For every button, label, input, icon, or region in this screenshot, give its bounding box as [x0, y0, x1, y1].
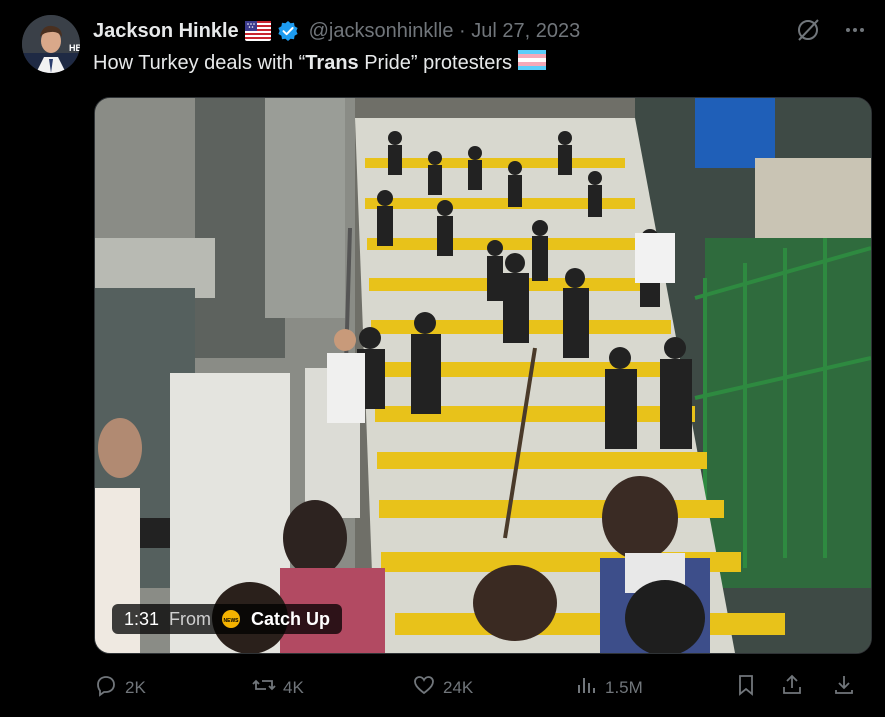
tweet-text-bold: Trans	[305, 51, 359, 74]
grok-slash-icon[interactable]	[795, 17, 821, 48]
bookmark-icon	[734, 673, 758, 702]
tweet-text-part2: Pride” protesters	[358, 51, 513, 74]
tweet-top-actions	[795, 17, 867, 48]
handle-and-date[interactable]: @jacksonhinklle · Jul 27, 2023	[309, 20, 581, 43]
views-count: 1.5M	[605, 677, 643, 697]
avatar[interactable]: HB	[22, 15, 80, 73]
download-icon	[832, 673, 856, 702]
video-frame	[95, 98, 871, 653]
svg-text:NEWS: NEWS	[224, 618, 240, 624]
tweet-video[interactable]	[94, 97, 872, 654]
bookmark-button[interactable]	[734, 673, 758, 702]
like-button[interactable]: 24K	[412, 673, 473, 702]
video-duration-badge: 1:31 From NEWS Catch Up	[112, 604, 343, 634]
like-icon	[412, 673, 436, 702]
tweet-header: Jackson Hinkle @jacksonhinklle · Jul 27,…	[93, 17, 580, 45]
verified-badge-icon[interactable]	[277, 20, 299, 42]
download-button[interactable]	[832, 673, 856, 702]
video-from-label: From	[169, 608, 212, 629]
svg-text:HB: HB	[69, 43, 80, 53]
views-button[interactable]: 1.5M	[574, 673, 643, 702]
reply-count: 2K	[125, 677, 146, 697]
tweet-action-bar: 2K 4K 24K 1.5M	[94, 673, 864, 701]
more-icon[interactable]	[843, 18, 867, 47]
views-icon	[574, 673, 598, 702]
catchup-logo-icon: NEWS	[221, 609, 241, 629]
trans-flag-icon	[518, 50, 547, 76]
video-source-link[interactable]: Catch Up	[251, 609, 330, 630]
us-flag-icon	[244, 21, 271, 41]
video-duration: 1:31	[124, 608, 160, 629]
share-button[interactable]	[780, 673, 804, 702]
reply-button[interactable]: 2K	[94, 673, 146, 702]
like-count: 24K	[443, 677, 474, 697]
repost-icon	[252, 673, 276, 702]
share-icon	[780, 673, 804, 702]
author-name[interactable]: Jackson Hinkle	[93, 20, 239, 43]
repost-count: 4K	[283, 677, 304, 697]
reply-icon	[94, 673, 118, 702]
tweet-text-part1: How Turkey deals with “	[93, 51, 306, 74]
tweet-text: How Turkey deals with “Trans Pride” prot…	[93, 50, 547, 76]
repost-button[interactable]: 4K	[252, 673, 304, 702]
